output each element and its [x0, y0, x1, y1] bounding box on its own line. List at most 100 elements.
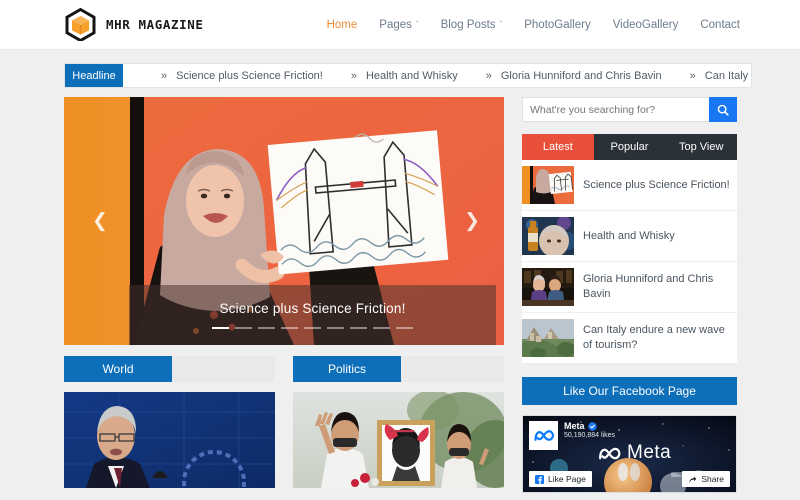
- carousel-indicators: [212, 327, 413, 329]
- list-item[interactable]: Science plus Science Friction!: [522, 160, 737, 211]
- ticker-item-label: Health and Whisky: [365, 69, 458, 82]
- nav-label: PhotoGallery: [524, 18, 591, 31]
- carousel-indicator[interactable]: [373, 327, 390, 329]
- tab-popular[interactable]: Popular: [593, 134, 666, 160]
- page-content: ❮ ❯ Science plus Science Friction! World…: [64, 97, 752, 493]
- carousel-indicator[interactable]: [281, 327, 298, 329]
- category-sections: World Politics: [64, 356, 504, 488]
- post-thumbnail: [522, 166, 574, 204]
- facebook-page-meta: Meta 50,190,884 likes: [564, 421, 615, 439]
- facebook-page-embed: Meta 50,190,884 likes Meta Like Page Sha…: [522, 415, 737, 493]
- ticker-item-label: Gloria Hunniford and Chris Bavin: [500, 69, 662, 82]
- facebook-page-likes: 50,190,884 likes: [564, 432, 615, 439]
- hexagon-cube-logo-icon: [64, 8, 97, 41]
- facebook-page-name-row: Meta: [564, 421, 615, 431]
- share-arrow-icon: [689, 476, 697, 483]
- post-title: Science plus Science Friction!: [583, 178, 730, 191]
- carousel-indicator[interactable]: [396, 327, 413, 329]
- ticker-item[interactable]: » Gloria Hunniford and Chris Bavin: [486, 70, 662, 82]
- nav-item-contact[interactable]: Contact: [700, 19, 740, 31]
- carousel-next-button[interactable]: ❯: [464, 210, 480, 233]
- brand-name: MHR MAGAZINE: [106, 17, 204, 32]
- nav-item-home[interactable]: Home: [327, 19, 358, 31]
- double-chevron-icon: »: [485, 69, 492, 82]
- post-title: Health and Whisky: [583, 229, 675, 242]
- facebook-like-page-button[interactable]: Like Page: [529, 471, 592, 487]
- double-chevron-icon: »: [161, 69, 168, 82]
- main-column: ❮ ❯ Science plus Science Friction! World…: [64, 97, 504, 493]
- carousel-indicator[interactable]: [258, 327, 275, 329]
- brand-logo[interactable]: MHR MAGAZINE: [64, 8, 204, 41]
- facebook-share-label: Share: [701, 474, 724, 484]
- list-item[interactable]: Can Italy endure a new wave of tourism?: [522, 313, 737, 364]
- nav-label: Home: [326, 18, 358, 31]
- tab-top-view[interactable]: Top View: [665, 134, 738, 160]
- nav-item-photogallery[interactable]: PhotoGallery: [524, 19, 590, 31]
- sidebar-post-list: Science plus Science Friction! Health an…: [522, 160, 737, 364]
- ticker-label: Headline: [65, 64, 123, 87]
- carousel-indicator[interactable]: [212, 327, 229, 329]
- carousel-caption-band: Science plus Science Friction!: [129, 285, 496, 345]
- facebook-like-banner[interactable]: Like Our Facebook Page: [522, 377, 737, 405]
- headline-ticker: Headline » Science plus Science Friction…: [64, 63, 752, 88]
- nav-label: VideoGallery: [612, 18, 679, 31]
- chevron-down-icon: ˇ: [415, 19, 419, 29]
- verified-badge-icon: [587, 421, 597, 431]
- ticker-item[interactable]: » Health and Whisky: [351, 70, 458, 82]
- section-politics: Politics: [293, 356, 504, 488]
- double-chevron-icon: »: [350, 69, 357, 82]
- facebook-like-page-label: Like Page: [548, 474, 586, 484]
- meta-wordmark-text: Meta: [627, 442, 672, 463]
- main-navigation: Home Pages ˇ Blog Posts ˇ PhotoGallery V…: [327, 19, 740, 31]
- nav-item-blog-posts[interactable]: Blog Posts ˇ: [441, 19, 503, 31]
- ticker-item[interactable]: » Science plus Science Friction!: [161, 70, 323, 82]
- carousel-caption: Science plus Science Friction!: [219, 301, 406, 316]
- featured-carousel[interactable]: ❮ ❯ Science plus Science Friction!: [64, 97, 504, 345]
- nav-item-videogallery[interactable]: VideoGallery: [613, 19, 679, 31]
- section-politics-image[interactable]: [293, 392, 504, 488]
- list-item[interactable]: Health and Whisky: [522, 211, 737, 262]
- carousel-indicator[interactable]: [327, 327, 344, 329]
- site-header: MHR MAGAZINE Home Pages ˇ Blog Posts ˇ P…: [0, 0, 800, 50]
- post-thumbnail: [522, 319, 574, 357]
- double-chevron-icon: »: [689, 69, 696, 82]
- post-thumbnail: [522, 268, 574, 306]
- nav-label: Blog Posts: [440, 18, 496, 31]
- section-world-image[interactable]: [64, 392, 275, 488]
- search-button[interactable]: [709, 97, 737, 122]
- carousel-prev-button[interactable]: ❮: [92, 210, 108, 233]
- meta-wordmark: Meta: [597, 442, 671, 464]
- ticker-item[interactable]: » Can Italy endure a new wave of tourism…: [690, 70, 751, 82]
- section-header-bar: Politics: [293, 356, 504, 382]
- sidebar: Latest Popular Top View: [522, 97, 738, 493]
- sidebar-tabs: Latest Popular Top View: [522, 134, 738, 160]
- carousel-indicator[interactable]: [304, 327, 321, 329]
- ticker-item-label: Can Italy endure a new wave of tourism?: [704, 69, 751, 82]
- section-tab-world[interactable]: World: [64, 356, 172, 382]
- meta-infinity-icon: [599, 447, 621, 459]
- search-input[interactable]: [522, 97, 709, 122]
- carousel-indicator[interactable]: [350, 327, 367, 329]
- section-world: World: [64, 356, 275, 488]
- section-tab-politics[interactable]: Politics: [293, 356, 401, 382]
- nav-label: Pages: [379, 18, 412, 31]
- facebook-share-button[interactable]: Share: [682, 471, 730, 487]
- ticker-track: » Science plus Science Friction! » Healt…: [123, 64, 751, 87]
- search-icon: [717, 104, 729, 116]
- nav-item-pages[interactable]: Pages ˇ: [379, 19, 418, 31]
- tab-latest[interactable]: Latest: [522, 134, 594, 160]
- facebook-page-name: Meta: [564, 421, 585, 431]
- nav-label: Contact: [700, 18, 740, 31]
- post-title: Can Italy endure a new wave of tourism?: [583, 324, 725, 351]
- meta-infinity-icon: [533, 430, 554, 441]
- post-title: Gloria Hunniford and Chris Bavin: [583, 273, 714, 300]
- chevron-down-icon: ˇ: [499, 19, 503, 29]
- facebook-icon: [535, 474, 544, 484]
- facebook-page-avatar: [529, 421, 558, 450]
- list-item[interactable]: Gloria Hunniford and Chris Bavin: [522, 262, 737, 313]
- post-thumbnail: [522, 217, 574, 255]
- carousel-indicator[interactable]: [235, 327, 252, 329]
- search-form: [522, 97, 737, 122]
- section-header-bar: World: [64, 356, 275, 382]
- ticker-item-label: Science plus Science Friction!: [176, 69, 323, 82]
